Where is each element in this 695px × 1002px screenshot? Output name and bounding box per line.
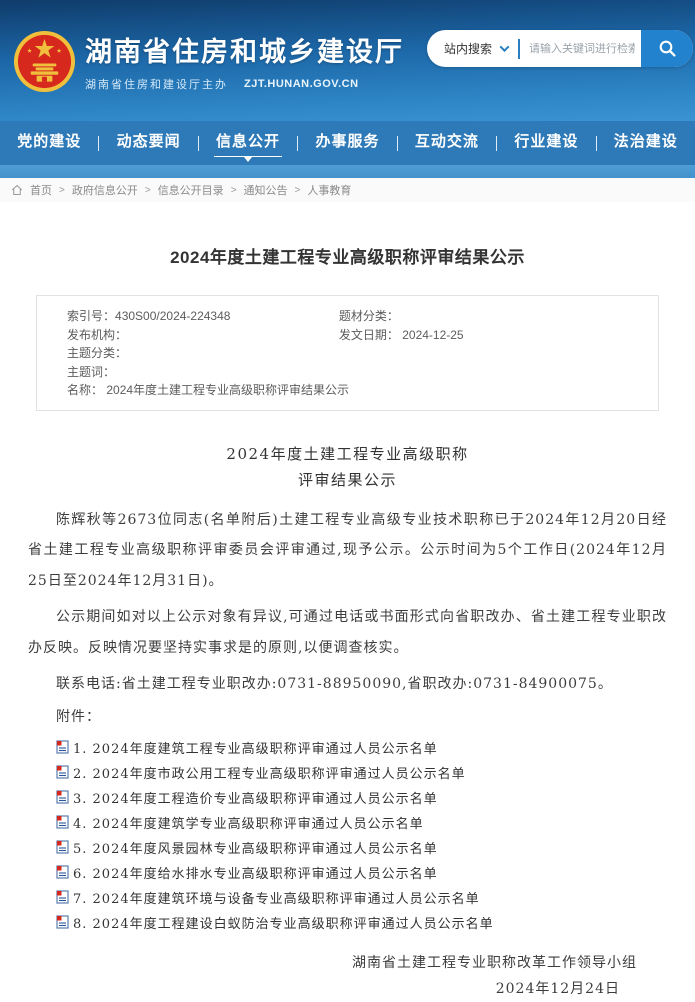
breadcrumb-home[interactable]: 首页 <box>30 182 52 198</box>
doc-file-icon <box>56 840 69 854</box>
article-title-line2: 评审结果公示 <box>28 467 667 493</box>
breadcrumb-notices[interactable]: 通知公告 <box>244 182 288 198</box>
meta-index-label: 索引号： <box>67 309 115 323</box>
article-body: 2024年度土建工程专业高级职称 评审结果公示 陈辉秋等2673位同志(名单附后… <box>0 411 695 1002</box>
breadcrumb-info-catalog[interactable]: 信息公开目录 <box>158 182 224 198</box>
doc-file-icon <box>56 740 69 754</box>
search-scope-dropdown[interactable]: 站内搜索 <box>427 40 518 57</box>
main-nav: 党的建设 动态要闻 信息公开 办事服务 互动交流 行业建设 法治建设 <box>0 121 695 165</box>
breadcrumb-gov-info[interactable]: 政府信息公开 <box>72 182 138 198</box>
attachment-link-6[interactable]: 6. 2024年度给水排水专业高级职称评审通过人员公示名单 <box>28 860 667 885</box>
site-banner: 湖南省住房和城乡建设厅 湖南省住房和建设厅主办 ZJT.HUNAN.GOV.CN… <box>0 0 695 121</box>
national-emblem-logo <box>13 30 76 93</box>
article-title-line1: 2024年度土建工程专业高级职称 <box>28 441 667 467</box>
site-title: 湖南省住房和城乡建设厅 <box>85 30 404 69</box>
attachment-link-7[interactable]: 7. 2024年度建筑环境与设备专业高级职称评审通过人员公示名单 <box>28 885 667 910</box>
search-input[interactable] <box>520 43 641 55</box>
search-icon <box>658 39 677 58</box>
signature-org: 湖南省土建工程专业职称改革工作领导小组 <box>28 950 667 976</box>
doc-file-icon <box>56 890 69 904</box>
signature-date: 2024年12月24日 <box>28 976 667 1002</box>
meta-topic-label: 主题分类： <box>67 346 127 360</box>
meta-publisher-label: 发布机构： <box>67 328 127 342</box>
nav-item-industry[interactable]: 行业建设 <box>497 121 595 165</box>
attachments-label: 附件： <box>28 702 667 732</box>
doc-file-icon <box>56 915 69 929</box>
meta-name-label: 名称： <box>67 383 103 397</box>
nav-item-party-building[interactable]: 党的建设 <box>0 121 98 165</box>
meta-name-value: 2024年度土建工程专业高级职称评审结果公示 <box>106 383 349 397</box>
meta-index-value: 430S00/2024-224348 <box>115 309 230 323</box>
site-search-bar: 站内搜索 <box>427 30 693 67</box>
attachment-link-5[interactable]: 5. 2024年度风景园林专业高级职称评审通过人员公示名单 <box>28 835 667 860</box>
breadcrumb-separator: > <box>145 185 151 196</box>
meta-date-value: 2024-12-25 <box>402 328 463 342</box>
nav-item-news[interactable]: 动态要闻 <box>99 121 197 165</box>
meta-right-column: 题材分类： 发文日期： 2024-12-25 <box>339 307 658 400</box>
nav-substrip <box>0 165 695 178</box>
home-icon <box>11 184 23 196</box>
breadcrumb-personnel[interactable]: 人事教育 <box>307 182 351 198</box>
site-url: ZJT.HUNAN.GOV.CN <box>244 78 359 90</box>
attachment-link-8[interactable]: 8. 2024年度工程建设白蚁防治专业高级职称评审通过人员公示名单 <box>28 910 667 935</box>
meta-date-label: 发文日期： <box>339 328 399 342</box>
article-paragraph-2: 公示期间如对以上公示对象有异议,可通过电话或书面形式向省职改办、省土建工程专业职… <box>28 602 667 663</box>
nav-item-services[interactable]: 办事服务 <box>298 121 396 165</box>
meta-keyword-label: 主题词： <box>67 365 115 379</box>
breadcrumb-separator: > <box>59 185 65 196</box>
breadcrumb-separator: > <box>231 185 237 196</box>
doc-file-icon <box>56 765 69 779</box>
attachment-link-2[interactable]: 2. 2024年度市政公用工程专业高级职称评审通过人员公示名单 <box>28 760 667 785</box>
article-contact: 联系电话:省土建工程专业职改办:0731-88950090,省职改办:0731-… <box>28 669 667 700</box>
document-meta-table: 索引号：430S00/2024-224348 发布机构： 主题分类： 主题词： … <box>36 295 659 411</box>
doc-file-icon <box>56 865 69 879</box>
attachment-link-3[interactable]: 3. 2024年度工程造价专业高级职称评审通过人员公示名单 <box>28 785 667 810</box>
meta-genre-label: 题材分类： <box>339 309 399 323</box>
attachments-list: 1. 2024年度建筑工程专业高级职称评审通过人员公示名单 2. 2024年度市… <box>28 735 667 935</box>
nav-item-interaction[interactable]: 互动交流 <box>398 121 496 165</box>
chevron-down-icon <box>500 42 510 52</box>
attachment-link-4[interactable]: 4. 2024年度建筑学专业高级职称评审通过人员公示名单 <box>28 810 667 835</box>
nav-item-rule-of-law[interactable]: 法治建设 <box>597 121 695 165</box>
site-subtitle: 湖南省住房和建设厅主办 <box>85 76 228 92</box>
doc-file-icon <box>56 815 69 829</box>
content-area: 2024年度土建工程专业高级职称评审结果公示 索引号：430S00/2024-2… <box>0 202 695 1002</box>
search-scope-label: 站内搜索 <box>444 40 492 57</box>
breadcrumb: 首页 > 政府信息公开 > 信息公开目录 > 通知公告 > 人事教育 <box>0 178 695 202</box>
meta-left-column: 索引号：430S00/2024-224348 发布机构： 主题分类： 主题词： … <box>67 307 339 400</box>
search-button[interactable] <box>641 30 693 67</box>
breadcrumb-separator: > <box>295 185 301 196</box>
page-title: 2024年度土建工程专业高级职称评审结果公示 <box>0 202 695 268</box>
nav-item-info-disclosure[interactable]: 信息公开 <box>199 121 297 165</box>
attachment-link-1[interactable]: 1. 2024年度建筑工程专业高级职称评审通过人员公示名单 <box>28 735 667 760</box>
article-paragraph-1: 陈辉秋等2673位同志(名单附后)土建工程专业高级专业技术职称已于2024年12… <box>28 505 667 597</box>
doc-file-icon <box>56 790 69 804</box>
